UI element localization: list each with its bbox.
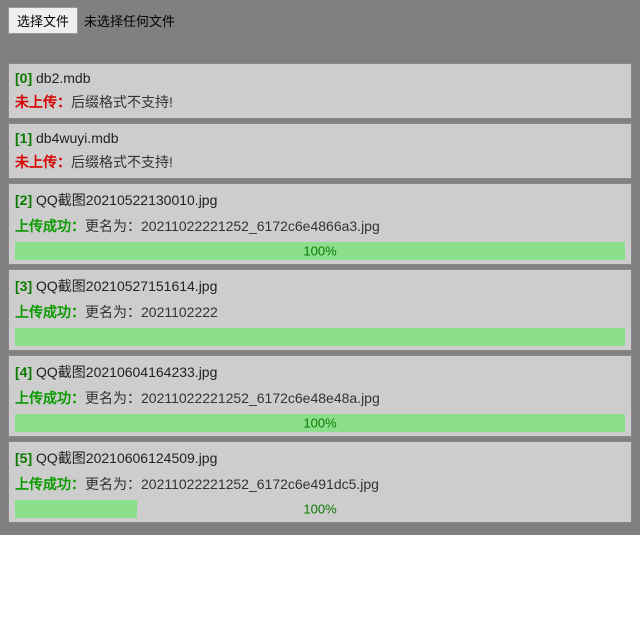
page-root: 选择文件 未选择任何文件 [0] db2.mdb未上传：后缀格式不支持![1] … xyxy=(0,0,640,535)
upload-item-header: [0] db2.mdb xyxy=(15,70,625,92)
status-fail-label: 未上传： xyxy=(15,154,71,170)
choose-file-button[interactable]: 选择文件 xyxy=(8,7,78,34)
upload-item-status-row: 上传成功：更名为：2021102222 xyxy=(15,302,625,324)
upload-item-filename: QQ截图20210527151614.jpg xyxy=(36,278,217,294)
progress-bar-fill xyxy=(15,328,625,346)
status-success-label: 上传成功： xyxy=(15,304,85,320)
upload-item-message: 更名为：20211022221252_6172c6e491dc5.jpg xyxy=(85,476,379,492)
upload-item-status-row: 上传成功：更名为：20211022221252_6172c6e4866a3.jp… xyxy=(15,216,625,238)
progress-bar-container: 100% xyxy=(15,242,625,260)
upload-item-message: 更名为：20211022221252_6172c6e4866a3.jpg xyxy=(85,218,380,234)
status-success-label: 上传成功： xyxy=(15,390,85,406)
progress-bar-fill xyxy=(15,500,137,518)
upload-item: [5] QQ截图20210606124509.jpg上传成功：更名为：20211… xyxy=(8,441,632,523)
upload-item-status-row: 上传成功：更名为：20211022221252_6172c6e48e48a.jp… xyxy=(15,388,625,410)
upload-item-index: [4] xyxy=(15,364,32,380)
upload-item-index: [5] xyxy=(15,450,32,466)
upload-panel: 选择文件 未选择任何文件 [0] db2.mdb未上传：后缀格式不支持![1] … xyxy=(0,0,640,535)
upload-item: [0] db2.mdb未上传：后缀格式不支持! xyxy=(8,63,632,119)
upload-item-message: 后缀格式不支持! xyxy=(71,154,173,170)
status-fail-label: 未上传： xyxy=(15,94,71,110)
file-picker-bar: 选择文件 未选择任何文件 xyxy=(0,0,640,41)
upload-item-message: 更名为：20211022221252_6172c6e48e48a.jpg xyxy=(85,390,380,406)
upload-item-index: [3] xyxy=(15,278,32,294)
upload-item-index: [0] xyxy=(15,70,32,86)
progress-percent-label: 100% xyxy=(303,502,336,517)
upload-item-filename: QQ截图20210604164233.jpg xyxy=(36,364,217,380)
upload-item-filename: QQ截图20210606124509.jpg xyxy=(36,450,217,466)
progress-bar-container xyxy=(15,328,625,346)
upload-item-header: [2] QQ截图20210522130010.jpg xyxy=(15,190,625,216)
status-success-label: 上传成功： xyxy=(15,476,85,492)
upload-item-message: 后缀格式不支持! xyxy=(71,94,173,110)
upload-item: [1] db4wuyi.mdb未上传：后缀格式不支持! xyxy=(8,123,632,179)
upload-item: [2] QQ截图20210522130010.jpg上传成功：更名为：20211… xyxy=(8,183,632,265)
upload-list: [0] db2.mdb未上传：后缀格式不支持![1] db4wuyi.mdb未上… xyxy=(0,41,640,535)
upload-item-index: [1] xyxy=(15,130,32,146)
upload-item-header: [4] QQ截图20210604164233.jpg xyxy=(15,362,625,388)
upload-item-filename: QQ截图20210522130010.jpg xyxy=(36,192,217,208)
upload-item: [3] QQ截图20210527151614.jpg上传成功：更名为：20211… xyxy=(8,269,632,351)
upload-item-header: [1] db4wuyi.mdb xyxy=(15,130,625,152)
progress-bar-container: 100% xyxy=(15,414,625,432)
upload-item-status-row: 上传成功：更名为：20211022221252_6172c6e491dc5.jp… xyxy=(15,474,625,496)
upload-item-status-row: 未上传：后缀格式不支持! xyxy=(15,152,625,174)
progress-bar-container: 100% xyxy=(15,500,625,518)
upload-item-filename: db4wuyi.mdb xyxy=(36,130,119,146)
upload-item-header: [5] QQ截图20210606124509.jpg xyxy=(15,448,625,474)
upload-item-message: 更名为：2021102222 xyxy=(85,304,218,320)
upload-item-filename: db2.mdb xyxy=(36,70,90,86)
upload-item-index: [2] xyxy=(15,192,32,208)
no-file-selected-label: 未选择任何文件 xyxy=(84,11,175,30)
upload-item-header: [3] QQ截图20210527151614.jpg xyxy=(15,276,625,302)
progress-percent-label: 100% xyxy=(303,244,336,259)
upload-item-status-row: 未上传：后缀格式不支持! xyxy=(15,92,625,114)
upload-item: [4] QQ截图20210604164233.jpg上传成功：更名为：20211… xyxy=(8,355,632,437)
progress-percent-label: 100% xyxy=(303,416,336,431)
status-success-label: 上传成功： xyxy=(15,218,85,234)
